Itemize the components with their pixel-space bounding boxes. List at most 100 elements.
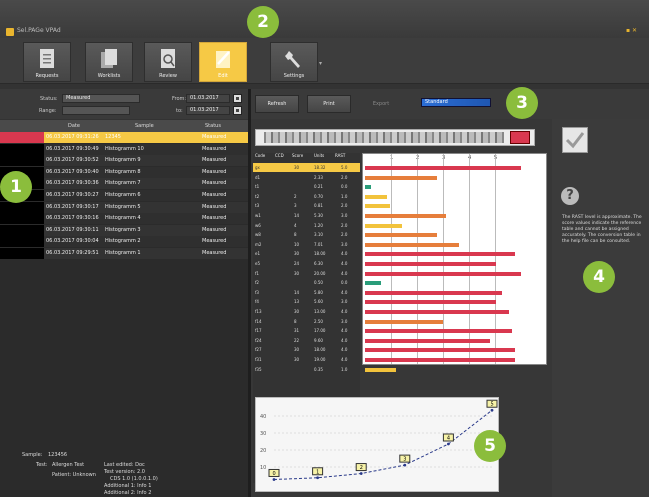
calibration-point-label: 0 [273,471,276,477]
settings-button[interactable]: Settings [270,42,318,82]
rast-bar [365,214,447,218]
result-row[interactable]: f31 30 19.00 4.0 [253,355,360,364]
result-score: 3 [294,203,297,209]
result-row[interactable]: t3 3 0.81 2.0 [253,201,360,210]
from-date-input[interactable]: 01.03.2017 [186,94,230,103]
to-calendar-icon[interactable] [233,106,242,115]
row-date: 06.03.2017 09:30:49 [46,145,99,152]
help-icon[interactable]: ? [561,187,579,205]
sample-list-row[interactable]: 06.03.2017 09:30:36 Histogramm 7 Measured [0,178,248,190]
result-row[interactable]: f4 13 5.60 3.0 [253,297,360,306]
sample-list-row[interactable]: 06.03.2017 09:30:40 Histogramm 8 Measured [0,166,248,178]
patient-value: Patient: Unknown [52,472,96,478]
result-score: 30 [294,309,300,314]
to-date-input[interactable]: 01.03.2017 [186,106,230,115]
edit-button[interactable]: Edit [199,42,247,82]
sample-list-row[interactable]: 06.03.2017 09:30:27 Histogramm 6 Measured [0,190,248,201]
result-code: f35 [255,366,262,372]
sample-list-row[interactable]: 06.03.2017 09:30:16 Histogramm 4 Measured [0,213,248,225]
result-row[interactable]: f2 0.50 0.0 [253,278,360,287]
worklists-button[interactable]: Worklists [85,42,133,82]
y-tick-label: 10 [260,465,266,471]
result-rast: 0.0 [341,184,348,190]
col-status-header[interactable]: Status [205,123,221,129]
col-date-header[interactable]: Date [68,123,80,129]
result-units: 18.00 [314,251,326,257]
sample-list-row[interactable]: 06.03.2017 09:30:04 Histogramm 2 Measured [0,236,248,248]
result-row[interactable]: w6 4 1.20 2.0 [253,221,360,230]
col-sample-header[interactable]: Sample [135,123,154,129]
range-filter-select[interactable] [62,106,130,115]
row-color-marker [0,201,44,213]
y-tick-label: 30 [260,431,266,437]
calibration-point [359,472,363,475]
result-row[interactable]: f27 30 18.00 4.0 [253,345,360,354]
result-units: 18.00 [314,347,326,353]
calibration-point [403,463,407,467]
sample-list-row[interactable]: 06.03.2017 09:30:49 Histogramm 10 Measured [0,143,248,155]
review-button[interactable]: Review [144,42,192,82]
result-row[interactable]: w8 8 3.10 2.0 [253,230,360,239]
status-filter-select[interactable]: Measured [62,94,140,103]
result-row[interactable]: f35 0.35 1.0 [253,365,360,374]
requests-button[interactable]: Requests [23,42,71,82]
result-row[interactable]: f3 14 5.80 4.0 [253,288,360,297]
row-sample: Histogramm 2 [105,238,141,245]
window-controls[interactable]: ▪ ✕ [626,27,637,34]
row-status: Measured [202,180,227,187]
sample-list-row[interactable]: 06.03.2017 09:31:26 12345 Measured [0,132,248,143]
result-units: 20.00 [314,270,326,276]
result-row[interactable]: t2 2 0.70 1.0 [253,192,360,201]
result-toolbar: Refresh Print Export Standard [251,89,649,119]
result-units: 5.60 [314,299,323,305]
result-row[interactable]: w1 14 5.30 3.0 [253,211,360,220]
result-row[interactable]: f14 8 2.50 3.0 [253,317,360,326]
result-rast: 0.0 [341,280,348,286]
validated-check-icon[interactable] [562,127,588,153]
result-score: 30 [294,347,300,353]
row-sample: Histogramm 4 [105,215,141,222]
result-units: 2.50 [314,318,323,324]
result-code: gx [255,165,260,170]
result-score: 14 [294,289,300,295]
result-row[interactable]: f13 30 13.00 4.0 [253,307,360,316]
result-units: 9.60 [314,337,323,343]
result-row[interactable]: e1 30 18.00 4.0 [253,249,360,258]
result-rast: 1.0 [341,366,348,372]
main-toolbar: Requests Worklists Review Edit Settings … [0,38,649,84]
sample-list-row[interactable]: 06.03.2017 09:30:11 Histogramm 3 Measured [0,224,248,236]
worklists-label: Worklists [97,73,121,79]
result-row[interactable]: f1 30 20.00 4.0 [253,269,360,278]
copy-icon [101,49,117,68]
info-text: The RAST level is approximate. The score… [562,215,642,244]
sample-list-row[interactable]: 06.03.2017 09:30:17 Histogramm 5 Measured [0,201,248,213]
settings-dropdown-icon[interactable]: ▾ [319,60,322,67]
from-calendar-icon[interactable] [233,94,242,103]
export-button[interactable]: Export [359,95,403,113]
sample-list-header: Date Sample Status [0,120,248,132]
result-col-units: Units [314,153,325,158]
result-row[interactable]: f17 31 17.00 4.0 [253,326,360,335]
result-row[interactable]: d1 2.33 2.0 [253,173,360,182]
result-code: d1 [255,174,261,180]
result-row[interactable]: t1 0.21 0.0 [253,182,360,191]
result-rast: 2.0 [341,203,348,209]
edit-icon [216,51,230,68]
review-label: Review [159,73,177,79]
result-col-code: Code [255,153,266,158]
view-selector[interactable]: Standard [421,98,491,107]
sample-list-row[interactable]: 06.03.2017 09:29:51 Histogramm 1 Measured [0,248,248,259]
refresh-button[interactable]: Refresh [255,95,299,113]
result-score: 30 [294,251,300,257]
result-code: w6 [255,222,261,228]
result-row[interactable]: m2 10 7.01 3.0 [253,240,360,249]
result-row[interactable]: f24 22 9.60 4.0 [253,336,360,345]
row-date: 06.03.2017 09:30:36 [46,180,99,187]
result-score: 10 [294,241,300,247]
sample-list-row[interactable]: 06.03.2017 09:30:52 Histogramm 9 Measured [0,155,248,167]
row-color-marker [0,248,44,259]
print-button[interactable]: Print [307,95,351,113]
result-row[interactable]: e5 24 6.30 4.0 [253,259,360,268]
result-row[interactable]: gx 30 18.32 5.0 [253,163,360,172]
detail-line-1: Last edited: Doc [104,462,145,468]
